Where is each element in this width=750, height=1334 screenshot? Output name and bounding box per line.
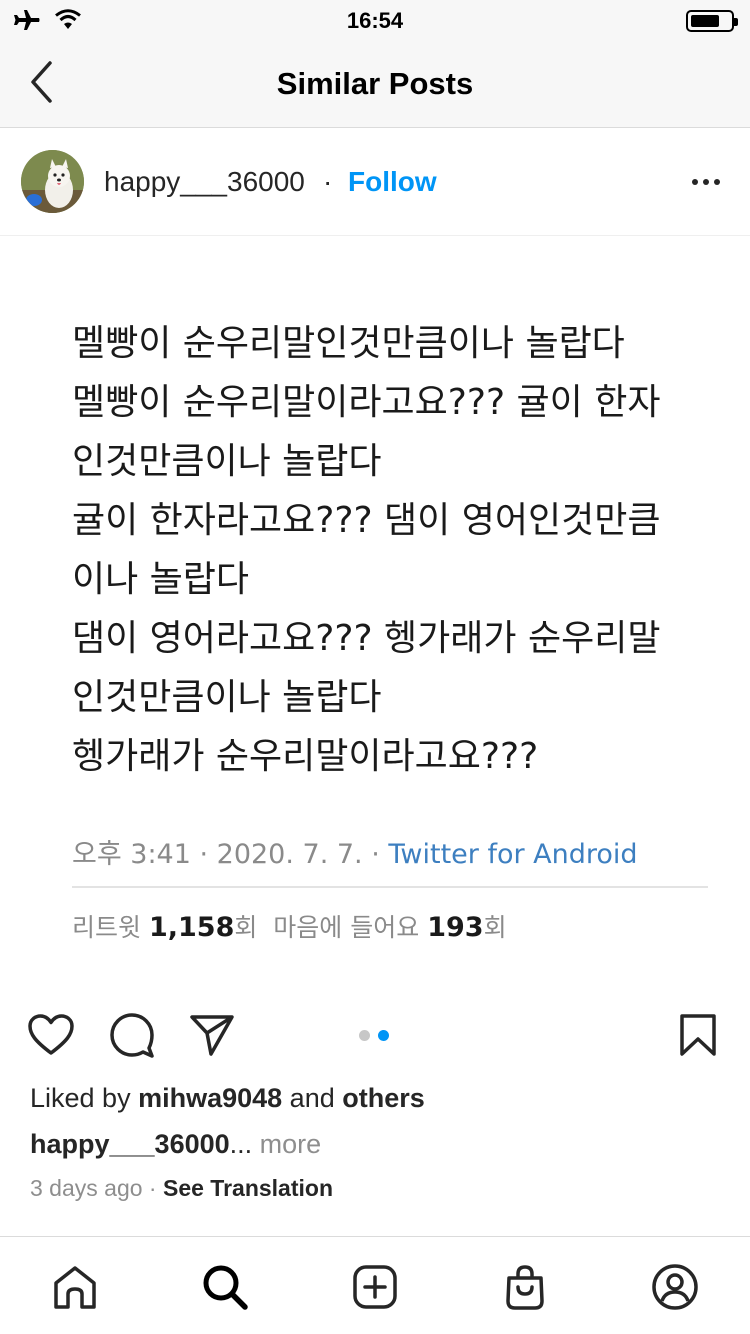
timestamp-row: 3 days ago · See Translation bbox=[30, 1175, 333, 1202]
caption-ellipsis: ... bbox=[229, 1129, 253, 1159]
save-button[interactable] bbox=[673, 1010, 723, 1060]
tweet-line: 멜빵이 순우리말이라고요??? 귤이 한자 bbox=[72, 382, 661, 423]
liked-by-prefix: Liked by bbox=[30, 1083, 139, 1113]
tweet-line: 멜빵이 순우리말인것만큼이나 놀랍다 bbox=[72, 323, 625, 364]
caption-more-link[interactable]: more bbox=[252, 1129, 322, 1159]
post-header: happy___36000 · Follow bbox=[0, 128, 750, 236]
shop-icon bbox=[506, 1265, 544, 1310]
liked-by-others[interactable]: others bbox=[342, 1083, 425, 1113]
tab-search[interactable] bbox=[197, 1259, 253, 1315]
caption-username[interactable]: happy___36000 bbox=[30, 1129, 230, 1159]
tweet-text: 멜빵이 순우리말인것만큼이나 놀랍다멜빵이 순우리말이라고요??? 귤이 한자인… bbox=[72, 314, 712, 786]
battery-icon bbox=[686, 10, 738, 32]
post-action-bar bbox=[0, 1000, 750, 1070]
share-button[interactable] bbox=[187, 1010, 237, 1060]
nav-header: Similar Posts bbox=[0, 40, 750, 128]
tweet-time: 오후 3:41 · 2020. 7. 7. · bbox=[72, 839, 389, 870]
tab-home[interactable] bbox=[47, 1259, 103, 1315]
tweet-source: Twitter for Android bbox=[388, 839, 638, 870]
likes-suffix: 회 bbox=[483, 913, 507, 942]
tweet-line: 이나 놀랍다 bbox=[72, 559, 250, 600]
see-translation-link[interactable]: See Translation bbox=[163, 1175, 333, 1201]
timestamp-separator: · bbox=[142, 1175, 163, 1201]
heart-icon bbox=[28, 1014, 74, 1055]
profile-icon bbox=[652, 1264, 698, 1310]
search-icon bbox=[203, 1265, 248, 1310]
tweet-line: 인것만큼이나 놀랍다 bbox=[72, 677, 382, 718]
tab-shop[interactable] bbox=[497, 1259, 553, 1315]
retweet-label: 리트윗 bbox=[72, 913, 149, 942]
bookmark-icon bbox=[680, 1014, 716, 1056]
home-icon bbox=[54, 1266, 96, 1309]
tweet-line: 인것만큼이나 놀랍다 bbox=[72, 441, 382, 482]
more-horizontal-icon bbox=[692, 179, 698, 185]
tweet-divider bbox=[72, 886, 708, 888]
status-time: 16:54 bbox=[346, 8, 404, 33]
retweet-count: 1,158 bbox=[148, 912, 235, 943]
post-timestamp: 3 days ago bbox=[30, 1175, 143, 1201]
likes-count: 193 bbox=[427, 912, 484, 943]
carousel-dots bbox=[359, 1030, 389, 1041]
liked-by-user[interactable]: mihwa9048 bbox=[138, 1083, 282, 1113]
avatar[interactable] bbox=[21, 150, 84, 213]
tab-new-post[interactable] bbox=[347, 1259, 403, 1315]
likes-label: 마음에 들어요 bbox=[273, 913, 428, 942]
tweet-line: 귤이 한자라고요??? 댐이 영어인것만큼 bbox=[72, 500, 661, 541]
send-icon bbox=[190, 1015, 234, 1056]
tweet-line: 댐이 영어라고요??? 헹가래가 순우리말 bbox=[72, 618, 661, 659]
retweet-suffix: 회 bbox=[234, 913, 258, 942]
separator-dot: · bbox=[323, 166, 333, 197]
tweet-meta: 오후 3:41 · 2020. 7. 7. · Twitter for Andr… bbox=[72, 832, 638, 871]
comment-button[interactable] bbox=[107, 1010, 157, 1060]
post-username[interactable]: happy___36000 bbox=[104, 166, 305, 198]
liked-by-and: and bbox=[282, 1083, 343, 1113]
carousel-dot-active bbox=[378, 1030, 389, 1041]
post-image[interactable]: 멜빵이 순우리말인것만큼이나 놀랍다멜빵이 순우리말이라고요??? 귤이 한자인… bbox=[0, 236, 750, 988]
comment-icon bbox=[110, 1013, 154, 1058]
status-bar: 16:54 bbox=[0, 0, 750, 40]
new-post-icon bbox=[353, 1265, 397, 1309]
tab-profile[interactable] bbox=[647, 1259, 703, 1315]
carousel-dot bbox=[359, 1030, 370, 1041]
tweet-stats: 리트윗 1,158회 마음에 들어요 193회 bbox=[72, 908, 507, 944]
like-button[interactable] bbox=[26, 1010, 76, 1060]
follow-button[interactable]: Follow bbox=[348, 166, 437, 198]
tab-bar bbox=[0, 1236, 750, 1334]
caption: happy___36000... more bbox=[30, 1129, 321, 1160]
more-options-button[interactable] bbox=[686, 164, 726, 200]
page-title: Similar Posts bbox=[276, 66, 474, 101]
tweet-line: 헹가래가 순우리말이라고요??? bbox=[72, 736, 539, 777]
liked-by: Liked by mihwa9048 and others bbox=[30, 1083, 425, 1114]
